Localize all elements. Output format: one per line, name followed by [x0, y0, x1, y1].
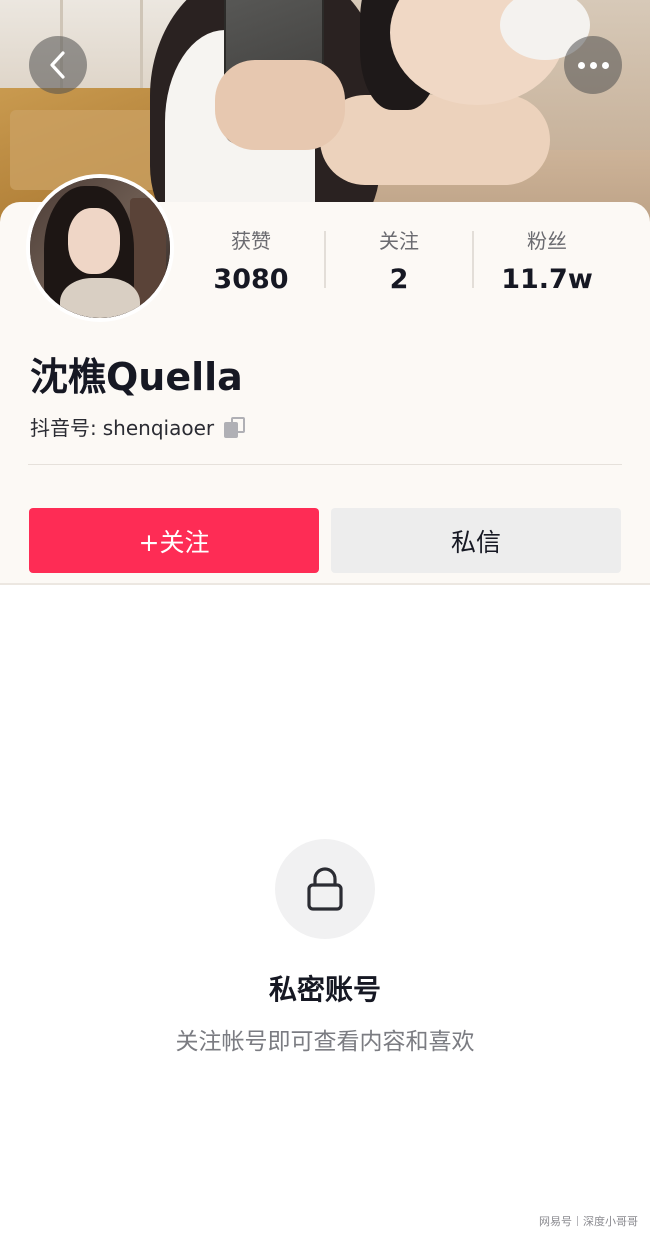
stat-label: 关注 [379, 229, 419, 253]
stat-label: 粉丝 [527, 229, 567, 253]
avatar[interactable] [26, 174, 174, 322]
cover-arm [320, 95, 550, 185]
cover-hand [215, 60, 345, 150]
lock-badge [275, 839, 375, 939]
more-button[interactable] [564, 36, 622, 94]
follow-button[interactable]: +关注 [29, 508, 319, 573]
douyin-id-value: shenqiaoer [102, 416, 215, 440]
cover-wall-panel [140, 0, 143, 90]
private-account-title: 私密账号 [268, 973, 381, 1006]
more-horizontal-icon [577, 61, 609, 69]
message-button[interactable]: 私信 [331, 508, 621, 573]
display-name: 沈樵Quella [30, 355, 243, 399]
back-button[interactable] [29, 36, 87, 94]
stat-likes[interactable]: 获赞 3080 [177, 228, 325, 298]
copy-icon[interactable] [224, 417, 246, 439]
card-bottom-divider [0, 583, 650, 585]
chevron-left-icon [50, 51, 65, 79]
watermark: 网易号 深度小哥哥 [539, 1214, 638, 1230]
douyin-id-label: 抖音号: [30, 416, 97, 440]
stat-value: 3080 [213, 264, 289, 295]
stat-following[interactable]: 关注 2 [325, 228, 473, 298]
douyin-id-row: 抖音号: shenqiaoer [30, 414, 246, 442]
stat-value: 2 [389, 264, 409, 295]
watermark-author: 深度小哥哥 [583, 1215, 638, 1228]
stat-followers[interactable]: 粉丝 11.7w [473, 228, 621, 298]
info-divider [28, 464, 622, 465]
lock-icon [307, 867, 343, 911]
stat-value: 11.7w [501, 264, 593, 295]
private-account-subtitle: 关注帐号即可查看内容和喜欢 [175, 1029, 475, 1055]
stat-label: 获赞 [231, 229, 271, 253]
watermark-source: 网易号 [539, 1215, 572, 1228]
